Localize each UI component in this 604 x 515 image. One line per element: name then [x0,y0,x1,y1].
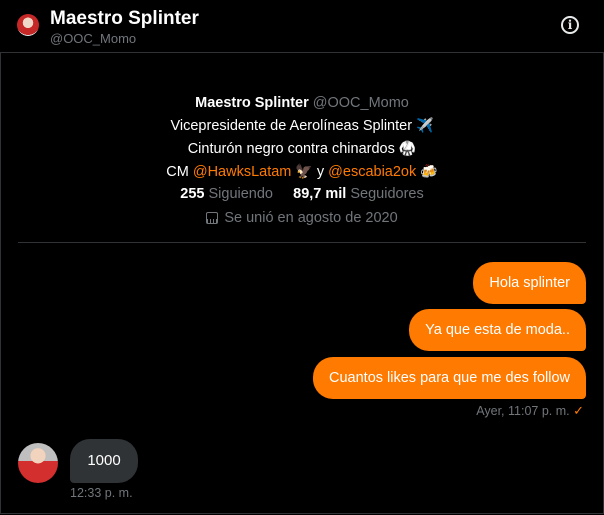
outgoing-timestamp: Ayer, 11:07 p. m. [476,404,570,418]
incoming-timestamp: 12:33 p. m. [70,486,133,500]
bio-line-3-joiner: y [316,164,325,180]
incoming-message[interactable]: 1000 [70,439,138,483]
joined-date: Se unió en agosto de 2020 [224,210,398,226]
profile-name[interactable]: Maestro Splinter [195,95,309,111]
profile-handle: @OOC_Momo [312,95,409,111]
martial-arts-uniform-icon: 🥋 [398,140,417,156]
outgoing-message[interactable]: Ya que esta de moda.. [409,309,586,351]
outgoing-message[interactable]: Hola splinter [473,262,586,304]
beer-mugs-icon: 🍻 [420,163,438,179]
bio-line-2: Cinturón negro contra chinardos 🥋 [0,137,604,160]
bio-line-3: CM @HawksLatam 🦅 y @escabia2ok 🍻 [0,160,604,183]
bio-line-3-prefix: CM [166,164,189,180]
incoming-avatar[interactable] [18,443,58,483]
calendar-icon [206,212,219,224]
eagle-icon: 🦅 [295,163,313,179]
followers-link[interactable]: 89,7 mil Seguidores [293,186,424,202]
bio-line-2-text: Cinturón negro contra chinardos [187,141,395,157]
outgoing-timestamp-row: Ayer, 11:07 p. m. ✓ [476,403,584,419]
mention-escabia2ok-link[interactable]: @escabia2ok [328,164,416,180]
profile-summary: Maestro Splinter @OOC_Momo Vicepresident… [0,92,604,229]
info-icon[interactable]: i [561,16,579,34]
mention-hawkslatam-link[interactable]: @HawksLatam [193,164,292,180]
header-name[interactable]: Maestro Splinter [50,8,199,30]
outgoing-message[interactable]: Cuantos likes para que me des follow [313,357,586,399]
bio-line-1: Vicepresidente de Aerolíneas Splinter ✈️ [0,114,604,137]
sent-check-icon: ✓ [573,403,584,418]
following-link[interactable]: 255 Siguiendo [180,186,273,202]
followers-count: 89,7 mil [293,186,347,202]
joined-date-row: Se unió en agosto de 2020 [0,207,604,229]
following-label: Siguiendo [208,186,273,202]
header-avatar[interactable] [17,14,39,36]
divider [18,242,586,243]
airplane-icon: ✈️ [416,117,434,133]
conversation-panel [0,0,604,514]
header-handle: @OOC_Momo [50,31,137,46]
bio-line-1-text: Vicepresidente de Aerolíneas Splinter [170,118,413,134]
following-count: 255 [180,186,205,202]
profile-name-row: Maestro Splinter @OOC_Momo [0,92,604,114]
followers-label: Seguidores [350,186,424,202]
profile-stats: 255 Siguiendo 89,7 mil Seguidores [0,183,604,205]
conversation-header: Maestro Splinter @OOC_Momo i [0,0,604,53]
